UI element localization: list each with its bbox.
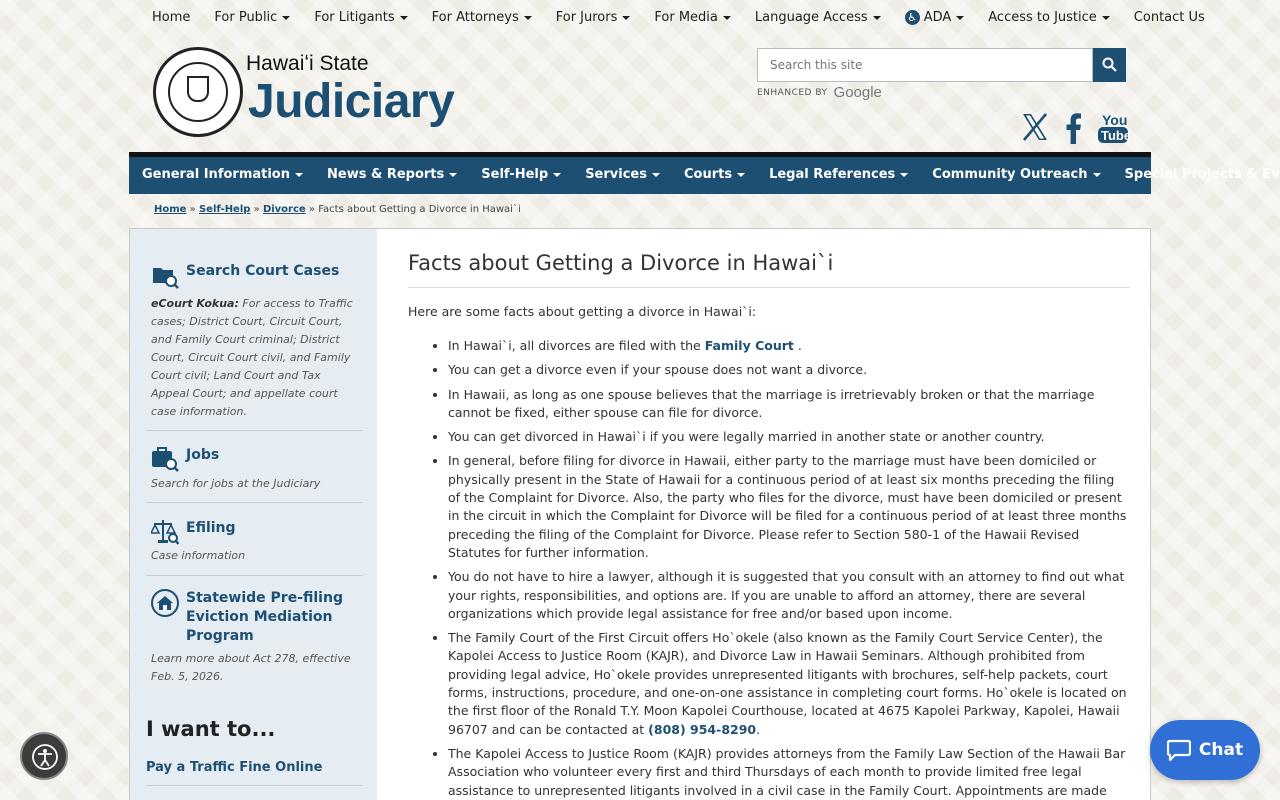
scales-of-justice-icon [151, 520, 179, 545]
logo-title-line1[interactable]: Hawaiʻi State [246, 52, 369, 76]
topnav-access-to-justice[interactable]: Access to Justice [988, 10, 1110, 25]
sidebar-search-court-cases[interactable]: Search Court Cases eCourt Kokua: For acc… [146, 261, 363, 431]
family-court-link[interactable]: Family Court [705, 338, 794, 353]
top-utility-nav: Home For Public For Litigants For Attorn… [0, 0, 1280, 38]
facebook-icon[interactable] [1066, 112, 1082, 144]
caret-down-icon [900, 172, 909, 177]
caret-down-icon [523, 15, 532, 20]
chat-button[interactable]: Chat [1150, 720, 1260, 780]
i-want-to-heading: I want to... [146, 717, 276, 741]
pay-traffic-fine-link[interactable]: Pay a Traffic Fine Online [146, 760, 363, 786]
mainnav-general-information[interactable]: General Information [142, 167, 303, 182]
site-search-box [757, 48, 1093, 82]
mainnav-news-reports[interactable]: News & Reports [327, 167, 458, 182]
topnav-for-media[interactable]: For Media [654, 10, 731, 25]
caret-down-icon [449, 172, 458, 177]
topnav-home[interactable]: Home [152, 10, 190, 25]
topnav-for-public[interactable]: For Public [214, 10, 291, 25]
list-item: In general, before filing for divorce in… [448, 452, 1130, 562]
caret-down-icon [1101, 15, 1110, 20]
accessibility-button[interactable] [20, 732, 68, 780]
caret-down-icon [737, 172, 746, 177]
google-logo: Google [833, 84, 882, 101]
sidebar-jobs[interactable]: Jobs Search for jobs at the Judiciary [146, 445, 363, 503]
breadcrumb-selfhelp-link[interactable]: Self-Help [199, 204, 250, 215]
breadcrumb: Home » Self-Help » Divorce » Facts about… [154, 204, 521, 215]
topnav-contact-us[interactable]: Contact Us [1134, 10, 1205, 25]
mainnav-community-outreach[interactable]: Community Outreach [932, 167, 1101, 182]
caret-down-icon [553, 172, 562, 177]
list-item: The Family Court of the First Circuit of… [448, 629, 1130, 739]
topnav-ada[interactable]: ♿ ADA [904, 10, 965, 25]
x-twitter-icon[interactable] [1020, 112, 1050, 142]
mainnav-courts[interactable]: Courts [684, 167, 746, 182]
topnav-for-litigants[interactable]: For Litigants [314, 10, 408, 25]
sidebar-item-title: Jobs [186, 447, 220, 463]
judiciary-seal-logo[interactable] [153, 47, 243, 137]
facts-list: In Hawai`i, all divorces are filed with … [408, 337, 1130, 800]
caret-down-icon [399, 15, 408, 20]
folder-search-icon [153, 268, 179, 289]
mainnav-services[interactable]: Services [585, 167, 660, 182]
mainnav-legal-references[interactable]: Legal References [769, 167, 909, 182]
sidebar-item-desc: Case information [151, 549, 246, 562]
main-nav: General Information News & Reports Self-… [129, 152, 1280, 194]
sidebar-efiling[interactable]: Efiling Case information [146, 517, 363, 576]
page-title: Facts about Getting a Divorce in Hawai`i [408, 251, 1130, 288]
svg-text:Tube: Tube [1101, 128, 1129, 143]
sidebar-item-title: Efiling [186, 520, 236, 536]
article-intro: Here are some facts about getting a divo… [408, 304, 757, 319]
caret-down-icon [651, 172, 660, 177]
caret-down-icon [1092, 172, 1101, 177]
caret-down-icon [956, 15, 965, 20]
caret-down-icon [622, 15, 631, 20]
topnav-language-access[interactable]: Language Access [755, 10, 881, 25]
sidebar-item-title: Search Court Cases [186, 263, 340, 279]
accessibility-icon [32, 744, 58, 770]
briefcase-search-icon [152, 447, 179, 472]
youtube-icon[interactable]: You Tube [1097, 112, 1129, 144]
main-article: Facts about Getting a Divorce in Hawai`i… [408, 251, 1130, 800]
sidebar-item-desc: eCourt Kokua: For access to Traffic case… [151, 297, 353, 418]
hookele-phone-link[interactable]: (808) 954-8290 [648, 722, 756, 737]
sidebar-item-desc: Search for jobs at the Judiciary [151, 477, 321, 490]
list-item: In Hawaii, as long as one spouse believe… [448, 386, 1130, 423]
seal-shield-icon [187, 76, 209, 102]
caret-down-icon [295, 172, 303, 177]
breadcrumb-current: Facts about Getting a Divorce in Hawai`i [318, 204, 521, 215]
topnav-for-attorneys[interactable]: For Attorneys [432, 10, 532, 25]
enhanced-by-google: ENHANCED BY Google [757, 84, 882, 101]
content-panel: Search Court Cases eCourt Kokua: For acc… [129, 228, 1151, 800]
caret-down-icon [722, 15, 731, 20]
breadcrumb-home-link[interactable]: Home [154, 204, 186, 215]
search-icon [1102, 57, 1117, 72]
sidebar: Search Court Cases eCourt Kokua: For acc… [130, 229, 377, 800]
caret-down-icon [872, 15, 881, 20]
breadcrumb-divorce-link[interactable]: Divorce [263, 204, 306, 215]
search-input[interactable] [758, 49, 1092, 81]
list-item: In Hawai`i, all divorces are filed with … [448, 337, 1130, 355]
mainnav-special-projects[interactable]: Special Projects & Events [1125, 167, 1280, 182]
house-circle-icon [151, 589, 179, 617]
sidebar-item-desc: Learn more about Act 278, effective Feb.… [151, 652, 351, 683]
sidebar-item-title: Statewide Pre-filing Eviction Mediation … [186, 590, 343, 644]
logo-title-line2[interactable]: Judiciary [248, 74, 455, 129]
mainnav-self-help[interactable]: Self-Help [481, 167, 562, 182]
svg-text:You: You [1102, 112, 1127, 128]
topnav-for-jurors[interactable]: For Jurors [556, 10, 631, 25]
chat-bubble-icon [1166, 739, 1191, 761]
search-button[interactable] [1093, 48, 1126, 82]
sidebar-eviction-mediation[interactable]: Statewide Pre-filing Eviction Mediation … [146, 589, 363, 689]
list-item: The Kapolei Access to Justice Room (KAJR… [448, 745, 1130, 800]
caret-down-icon [282, 15, 291, 20]
list-item: You can get divorced in Hawai`i if you w… [448, 428, 1130, 446]
list-item: You do not have to hire a lawyer, althou… [448, 568, 1130, 623]
wheelchair-icon: ♿ [904, 10, 920, 25]
list-item: You can get a divorce even if your spous… [448, 361, 1130, 379]
